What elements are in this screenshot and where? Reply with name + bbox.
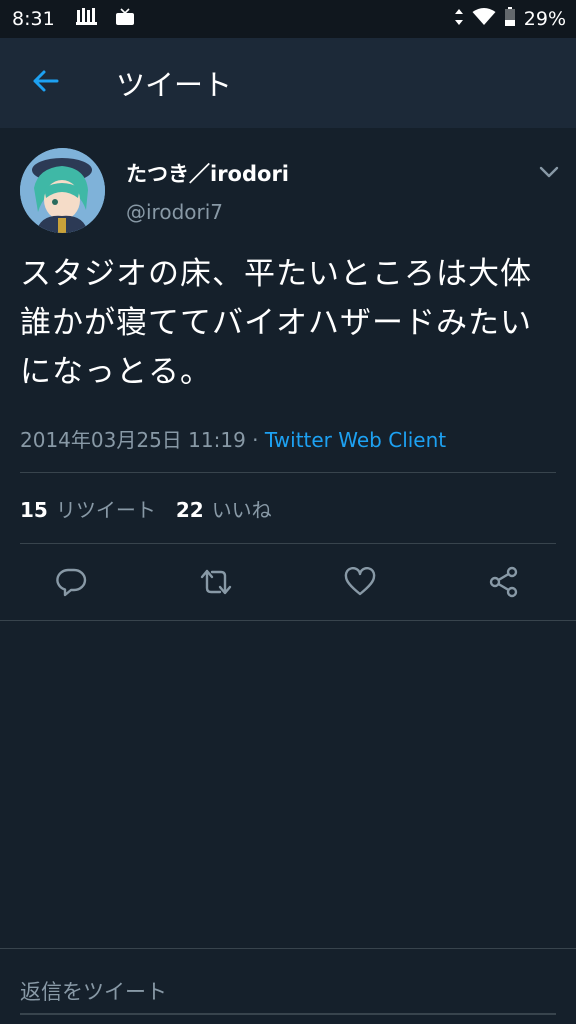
tweet-meta: 2014年03月25日 11:19 · Twitter Web Client: [20, 424, 446, 453]
retweet-label: リツイート: [55, 498, 156, 522]
client-link[interactable]: Twitter Web Client: [265, 428, 446, 452]
tv-icon: [115, 7, 135, 31]
retweet-count: 15: [20, 498, 48, 522]
chevron-down-icon: [539, 163, 559, 182]
data-transfer-icon: [454, 8, 464, 31]
avatar[interactable]: [20, 148, 105, 233]
tweet-stats: 15 リツイート 22 いいね: [20, 494, 292, 523]
status-time: 8:31: [12, 8, 55, 30]
tweet-menu-button[interactable]: [534, 160, 564, 184]
divider: [20, 472, 556, 473]
app-bar: ツイート: [0, 38, 576, 128]
share-button[interactable]: [482, 562, 526, 606]
like-count-stat[interactable]: 22 いいね: [176, 494, 272, 523]
reply-bar: [0, 948, 576, 1024]
notification-app-icon: [75, 7, 99, 32]
reply-button[interactable]: [49, 562, 93, 606]
divider: [0, 620, 576, 621]
back-button[interactable]: [15, 53, 75, 113]
retweet-icon: [198, 566, 234, 602]
display-name[interactable]: たつき／irodori: [126, 158, 289, 188]
battery-icon: [504, 6, 516, 32]
meta-separator: ·: [252, 428, 259, 452]
like-button[interactable]: [338, 562, 382, 606]
retweet-button[interactable]: [194, 562, 238, 606]
battery-percentage: 29%: [523, 8, 566, 30]
arrow-left-icon: [31, 69, 59, 97]
tweet-actions: [0, 550, 576, 616]
wifi-icon: [472, 7, 496, 31]
tweet-timestamp: 2014年03月25日 11:19: [20, 428, 246, 452]
status-bar: 8:31 29%: [0, 0, 576, 38]
tweet-text: スタジオの床、平たいところは大体誰かが寝ててバイオハザードみたいになっとる。: [20, 256, 532, 390]
reply-icon: [55, 566, 87, 602]
reply-input[interactable]: [20, 971, 556, 1015]
retweet-count-stat[interactable]: 15 リツイート: [20, 494, 156, 523]
page-title: ツイート: [116, 68, 233, 102]
share-icon: [488, 566, 520, 602]
divider: [20, 543, 556, 544]
heart-icon: [344, 566, 376, 601]
user-handle[interactable]: @irodori7: [126, 200, 223, 224]
like-label: いいね: [211, 498, 272, 522]
like-count: 22: [175, 498, 204, 522]
